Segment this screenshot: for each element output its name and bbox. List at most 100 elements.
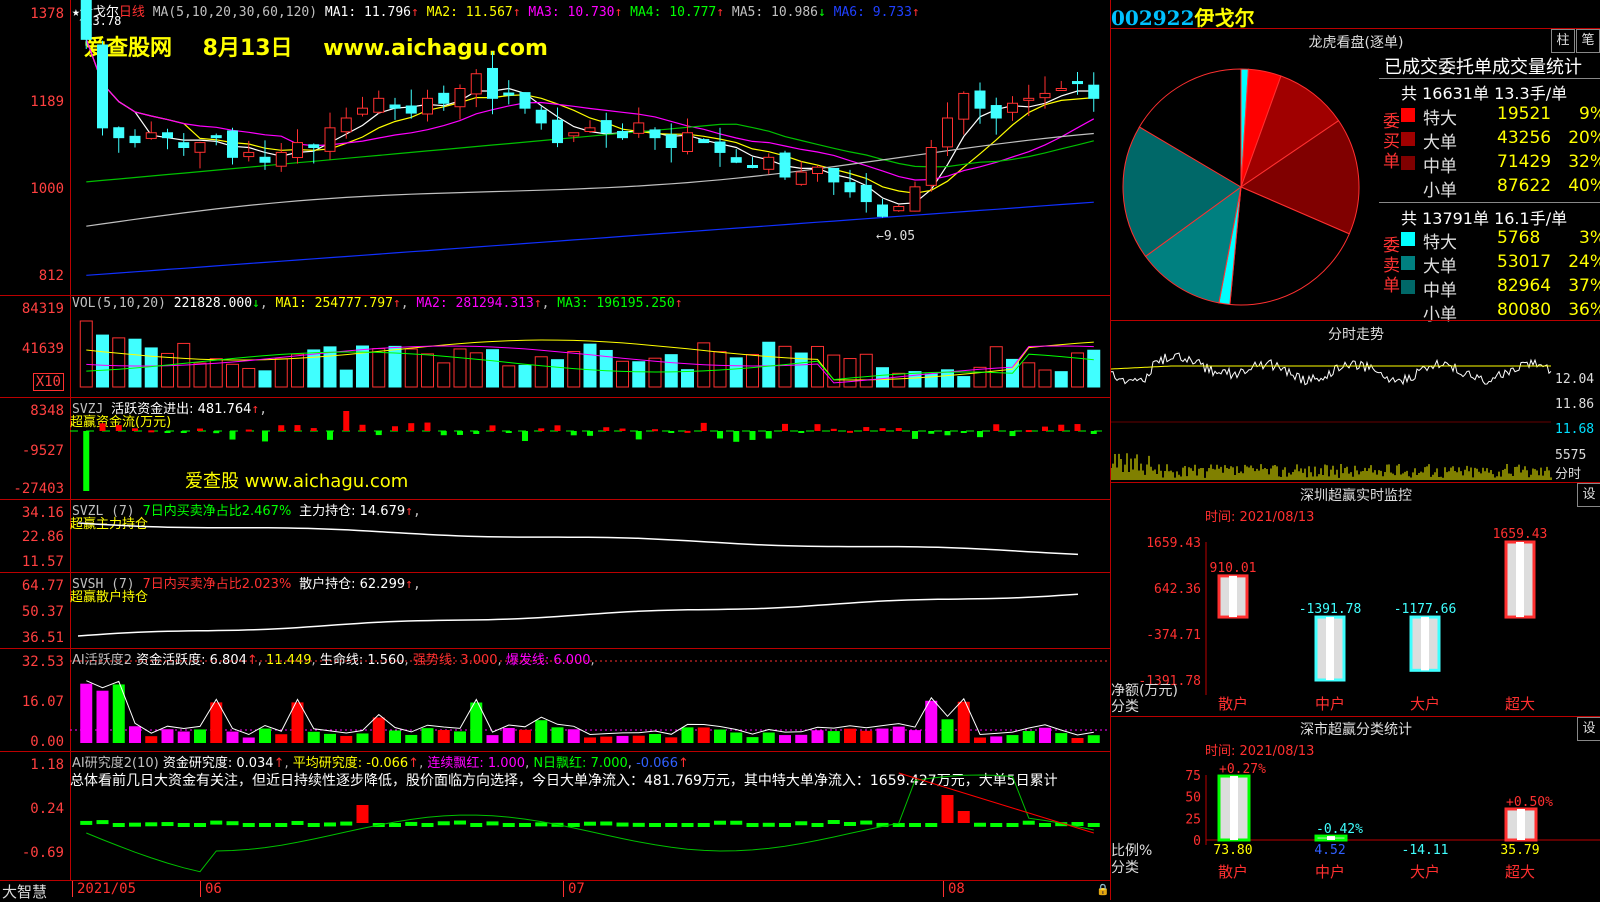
stock-code: 002922 xyxy=(1111,6,1195,30)
research-bar xyxy=(762,822,775,827)
net-bar-highlight xyxy=(1326,617,1334,680)
date-tick: 08 xyxy=(943,881,965,897)
research-bar xyxy=(1022,820,1035,825)
flow-bar xyxy=(148,430,155,433)
cls-ratio-bar-chart[interactable]: 75 50 25 0 +0.27% 73.80 散户 -0.42% 4.52 中户 -14.11 大户… xyxy=(1111,755,1600,900)
category-label: 中户 xyxy=(1315,695,1345,713)
svsh-tick: 36.51 xyxy=(21,630,64,646)
price-line xyxy=(1111,352,1552,386)
candle-body xyxy=(958,92,970,120)
ai-research-pane[interactable]: 1.18 0.24 -0.69 AI研究度2(10) 资金研究度: 0.034↑… xyxy=(0,751,1110,881)
tick-mode-button[interactable]: 笔 xyxy=(1576,29,1600,53)
candle-body xyxy=(747,165,758,169)
flow-bar xyxy=(522,431,528,442)
activity-bar xyxy=(437,730,450,743)
research-bar xyxy=(96,820,109,825)
volume-bar xyxy=(274,358,288,388)
volume-bar xyxy=(892,372,906,388)
svsh-pane[interactable]: 64.77 50.37 36.51 SVSH (7) 7日内买卖净占比2.023… xyxy=(0,572,1110,649)
price-tick: 812 xyxy=(38,268,64,284)
date-tick: 2021/05 xyxy=(72,881,136,897)
stat-value: 53017 xyxy=(1497,252,1552,272)
research-bar xyxy=(129,822,141,827)
price-pane[interactable]: 1378 1189 1000 812 ★伊戈尔日线 MA(5,10,20,30,… xyxy=(0,0,1110,296)
volume-chart[interactable] xyxy=(70,295,1110,397)
category-label: 大户 xyxy=(1410,863,1440,881)
activity-bar xyxy=(665,737,678,743)
volume-bar xyxy=(161,352,174,388)
svzj-pane[interactable]: 8348 -9527 -27403 SVZJ 活跃资金进出: 481.764↑,… xyxy=(0,397,1110,500)
stat-name: 大单 xyxy=(1423,133,1457,153)
candle-body xyxy=(503,92,515,96)
flow-bar xyxy=(229,431,236,440)
activity-bar xyxy=(1087,735,1100,743)
candle-body xyxy=(665,134,677,148)
ai-tick: 16.07 xyxy=(21,694,64,710)
price-tick: 1189 xyxy=(30,94,64,110)
activity-bar xyxy=(1055,733,1068,743)
flow-bar xyxy=(538,428,545,431)
candle-body xyxy=(194,142,206,153)
flow-bar xyxy=(99,423,106,431)
activity-bar xyxy=(210,702,223,743)
ratio-bar-highlight xyxy=(1517,808,1525,840)
svzj-tick: 8348 xyxy=(30,403,64,419)
svsh-chart[interactable] xyxy=(70,572,1110,648)
cls-settings-button[interactable]: 设 xyxy=(1577,717,1600,741)
activity-bar xyxy=(632,735,645,743)
volume-bar xyxy=(502,365,516,388)
flow-bar xyxy=(294,425,301,431)
candle-body xyxy=(828,167,840,183)
candlestick-chart[interactable] xyxy=(70,0,1110,295)
candle-body xyxy=(600,120,612,134)
stat-pct: 37% xyxy=(1568,276,1600,296)
svzl-chart[interactable] xyxy=(70,499,1110,572)
ai-research-chart[interactable] xyxy=(70,751,1110,880)
volume-bar xyxy=(1054,371,1068,388)
volume-bar xyxy=(421,353,434,388)
flow-bar xyxy=(473,431,480,434)
ratio-bar-highlight xyxy=(1230,776,1238,840)
volume-bar xyxy=(924,373,938,388)
research-bar xyxy=(437,821,450,826)
volume-bar xyxy=(534,356,548,388)
sz-net-bar-chart[interactable]: 1659.43642.36-374.71-1391.78910.01散户-139… xyxy=(1111,520,1600,715)
svzj-chart[interactable] xyxy=(70,397,1110,499)
candle-body xyxy=(974,90,986,109)
lock-icon[interactable]: 🔒 xyxy=(1096,883,1110,896)
ai-active-pane[interactable]: 32.53 16.07 0.00 AI活跃度2 资金活跃度: 6.804↑, 1… xyxy=(0,648,1110,752)
research-bar xyxy=(502,823,515,827)
net-bar-highlight xyxy=(1229,575,1237,618)
research-bar xyxy=(80,820,93,825)
ai-active-chart[interactable] xyxy=(70,648,1110,751)
flow-bar xyxy=(164,431,171,433)
activity-bar xyxy=(714,729,726,743)
volume-pane[interactable]: 84319 41639 X10 VOL(5,10,20) 221828.000↓… xyxy=(0,295,1110,398)
research-bar xyxy=(730,820,743,825)
candle-body xyxy=(779,152,791,178)
activity-bar xyxy=(616,735,629,743)
ratio-label: -14.11 xyxy=(1402,843,1449,858)
intraday-chart[interactable] xyxy=(1111,342,1600,482)
activity-bar xyxy=(811,730,824,743)
kline-panel[interactable]: 1378 1189 1000 812 ★伊戈尔日线 MA(5,10,20,30,… xyxy=(0,0,1110,901)
volume-bar xyxy=(746,353,759,388)
stat-pct: 3% xyxy=(1579,228,1600,248)
volume-bar xyxy=(453,348,467,388)
svzl-pane[interactable]: 34.16 22.86 11.57 SVZL (7) 7日内买卖净占比2.467… xyxy=(0,499,1110,573)
buy-total: 共 16631单 13.3手/单 xyxy=(1401,84,1568,103)
bar-label: -1391.78 xyxy=(1299,602,1362,617)
volume-bar xyxy=(1038,369,1052,388)
svzl-tick: 22.86 xyxy=(21,529,64,545)
candle-body xyxy=(893,206,905,212)
price-tick: 1000 xyxy=(30,181,64,197)
sz-settings-button[interactable]: 设 xyxy=(1577,483,1600,507)
flow-bar xyxy=(863,427,870,431)
buy-stats: 特大 19521 9% 大单 43256 20% 中单 71429 32% 小单 87622 40% xyxy=(1381,104,1600,204)
bar-mode-button[interactable]: 柱 xyxy=(1551,29,1575,53)
research-bar xyxy=(454,820,466,825)
activity-bar xyxy=(1006,735,1019,743)
volume-bar xyxy=(957,376,971,388)
brand-logo: 大智慧 xyxy=(2,883,48,901)
order-pie-chart[interactable] xyxy=(1121,62,1371,317)
